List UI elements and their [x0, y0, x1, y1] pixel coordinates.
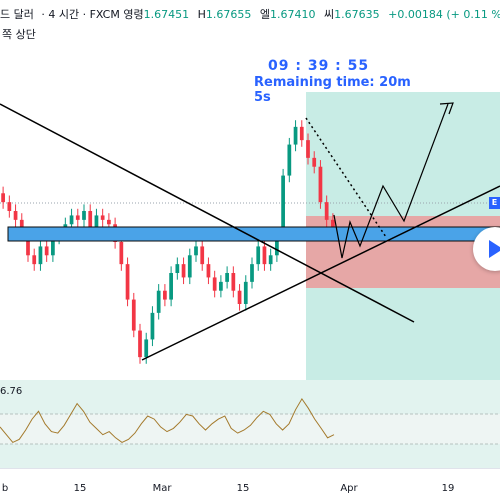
candle-body — [237, 290, 242, 304]
open-key: 영령 — [123, 8, 144, 21]
source-label: FXCM — [89, 8, 120, 21]
price-tag[interactable]: E — [489, 197, 500, 209]
candle-body — [324, 202, 329, 220]
symbol-name: 드 달러 — [0, 8, 34, 21]
candle-body — [32, 255, 37, 265]
candle-body — [1, 193, 5, 203]
candle-body — [200, 246, 205, 265]
candle-body — [119, 242, 124, 265]
candle-body — [219, 281, 223, 291]
candle-body — [138, 330, 142, 358]
candle-body — [7, 202, 12, 211]
candle-body — [194, 246, 198, 256]
oscillator-band — [0, 414, 500, 444]
time-axis[interactable]: b 15 Mar 15 Apr 19 — [0, 468, 500, 501]
candle-body — [88, 211, 93, 229]
chart-area[interactable]: 드 달러 · 4 시간 · FXCM 영령1.67451 H1.67655 엘1… — [0, 0, 500, 500]
symbol-separator: · — [41, 8, 45, 21]
candle-body — [44, 246, 49, 256]
candle-body — [225, 273, 229, 282]
play-icon — [489, 240, 500, 258]
indicator-label[interactable]: 쪽 상단 — [0, 26, 38, 42]
candle-body — [125, 264, 130, 300]
oscillator-value-label: 6.76 — [0, 386, 23, 397]
support-band[interactable] — [7, 226, 500, 242]
x-tick-label: 15 — [236, 483, 250, 494]
candle-body — [256, 246, 261, 265]
candle-body — [144, 339, 149, 358]
x-tick-label: Mar — [152, 483, 172, 494]
interval-label[interactable]: 4 시간 — [48, 8, 79, 21]
low-key: 엘 — [259, 8, 270, 21]
candle-body — [169, 273, 173, 300]
x-tick-label: 15 — [73, 483, 87, 494]
candle-body — [206, 264, 211, 278]
change-value: +0.00184 (+ 0.11 %) — [388, 8, 500, 21]
countdown-clock: 09 : 39 : 55 — [268, 58, 370, 74]
low-value: 1.67410 — [270, 8, 316, 21]
candle-body — [212, 277, 217, 291]
candle-body — [69, 215, 74, 225]
candles-layer — [1, 120, 335, 364]
close-key: 씨 — [324, 8, 335, 21]
candle-body — [75, 215, 80, 220]
candle-body — [181, 264, 186, 278]
candle-body — [38, 246, 43, 265]
candle-body — [131, 299, 136, 331]
x-tick-label: Apr — [340, 483, 358, 494]
candle-body — [299, 126, 304, 141]
candle-body — [262, 246, 267, 265]
candle-body — [306, 140, 310, 158]
candle-body — [107, 219, 111, 225]
candle-body — [100, 215, 105, 220]
candle-body — [268, 255, 273, 265]
candle-body — [318, 166, 323, 203]
candle-body — [243, 281, 248, 304]
candle-body — [156, 290, 161, 313]
candle-body — [150, 312, 155, 340]
candle-body — [163, 290, 167, 300]
high-value: 1.67655 — [205, 8, 252, 21]
candle-body — [312, 157, 317, 167]
x-tick-label: b — [1, 483, 9, 494]
candle-body — [187, 255, 192, 278]
candle-body — [82, 211, 86, 220]
candle-body — [13, 211, 18, 220]
candle-body — [231, 273, 236, 291]
candle-body — [175, 264, 180, 273]
candle-body — [293, 126, 298, 145]
countdown-timer: 09 : 39 : 55 Remaining time: 20m 5s — [254, 58, 414, 105]
x-tick-label: 19 — [441, 483, 455, 494]
high-key: H — [197, 8, 206, 21]
candle-body — [287, 144, 292, 176]
close-value: 1.67635 — [334, 8, 380, 21]
open-value: 1.67451 — [143, 8, 190, 21]
symbol-header: 드 달러 · 4 시간 · FXCM 영령1.67451 H1.67655 엘1… — [0, 6, 500, 22]
symbol-separator: · — [82, 8, 87, 21]
candle-body — [281, 175, 285, 234]
remaining-time: Remaining time: 20m 5s — [254, 75, 411, 105]
candle-body — [250, 264, 254, 282]
chart-canvas[interactable] — [0, 0, 500, 500]
